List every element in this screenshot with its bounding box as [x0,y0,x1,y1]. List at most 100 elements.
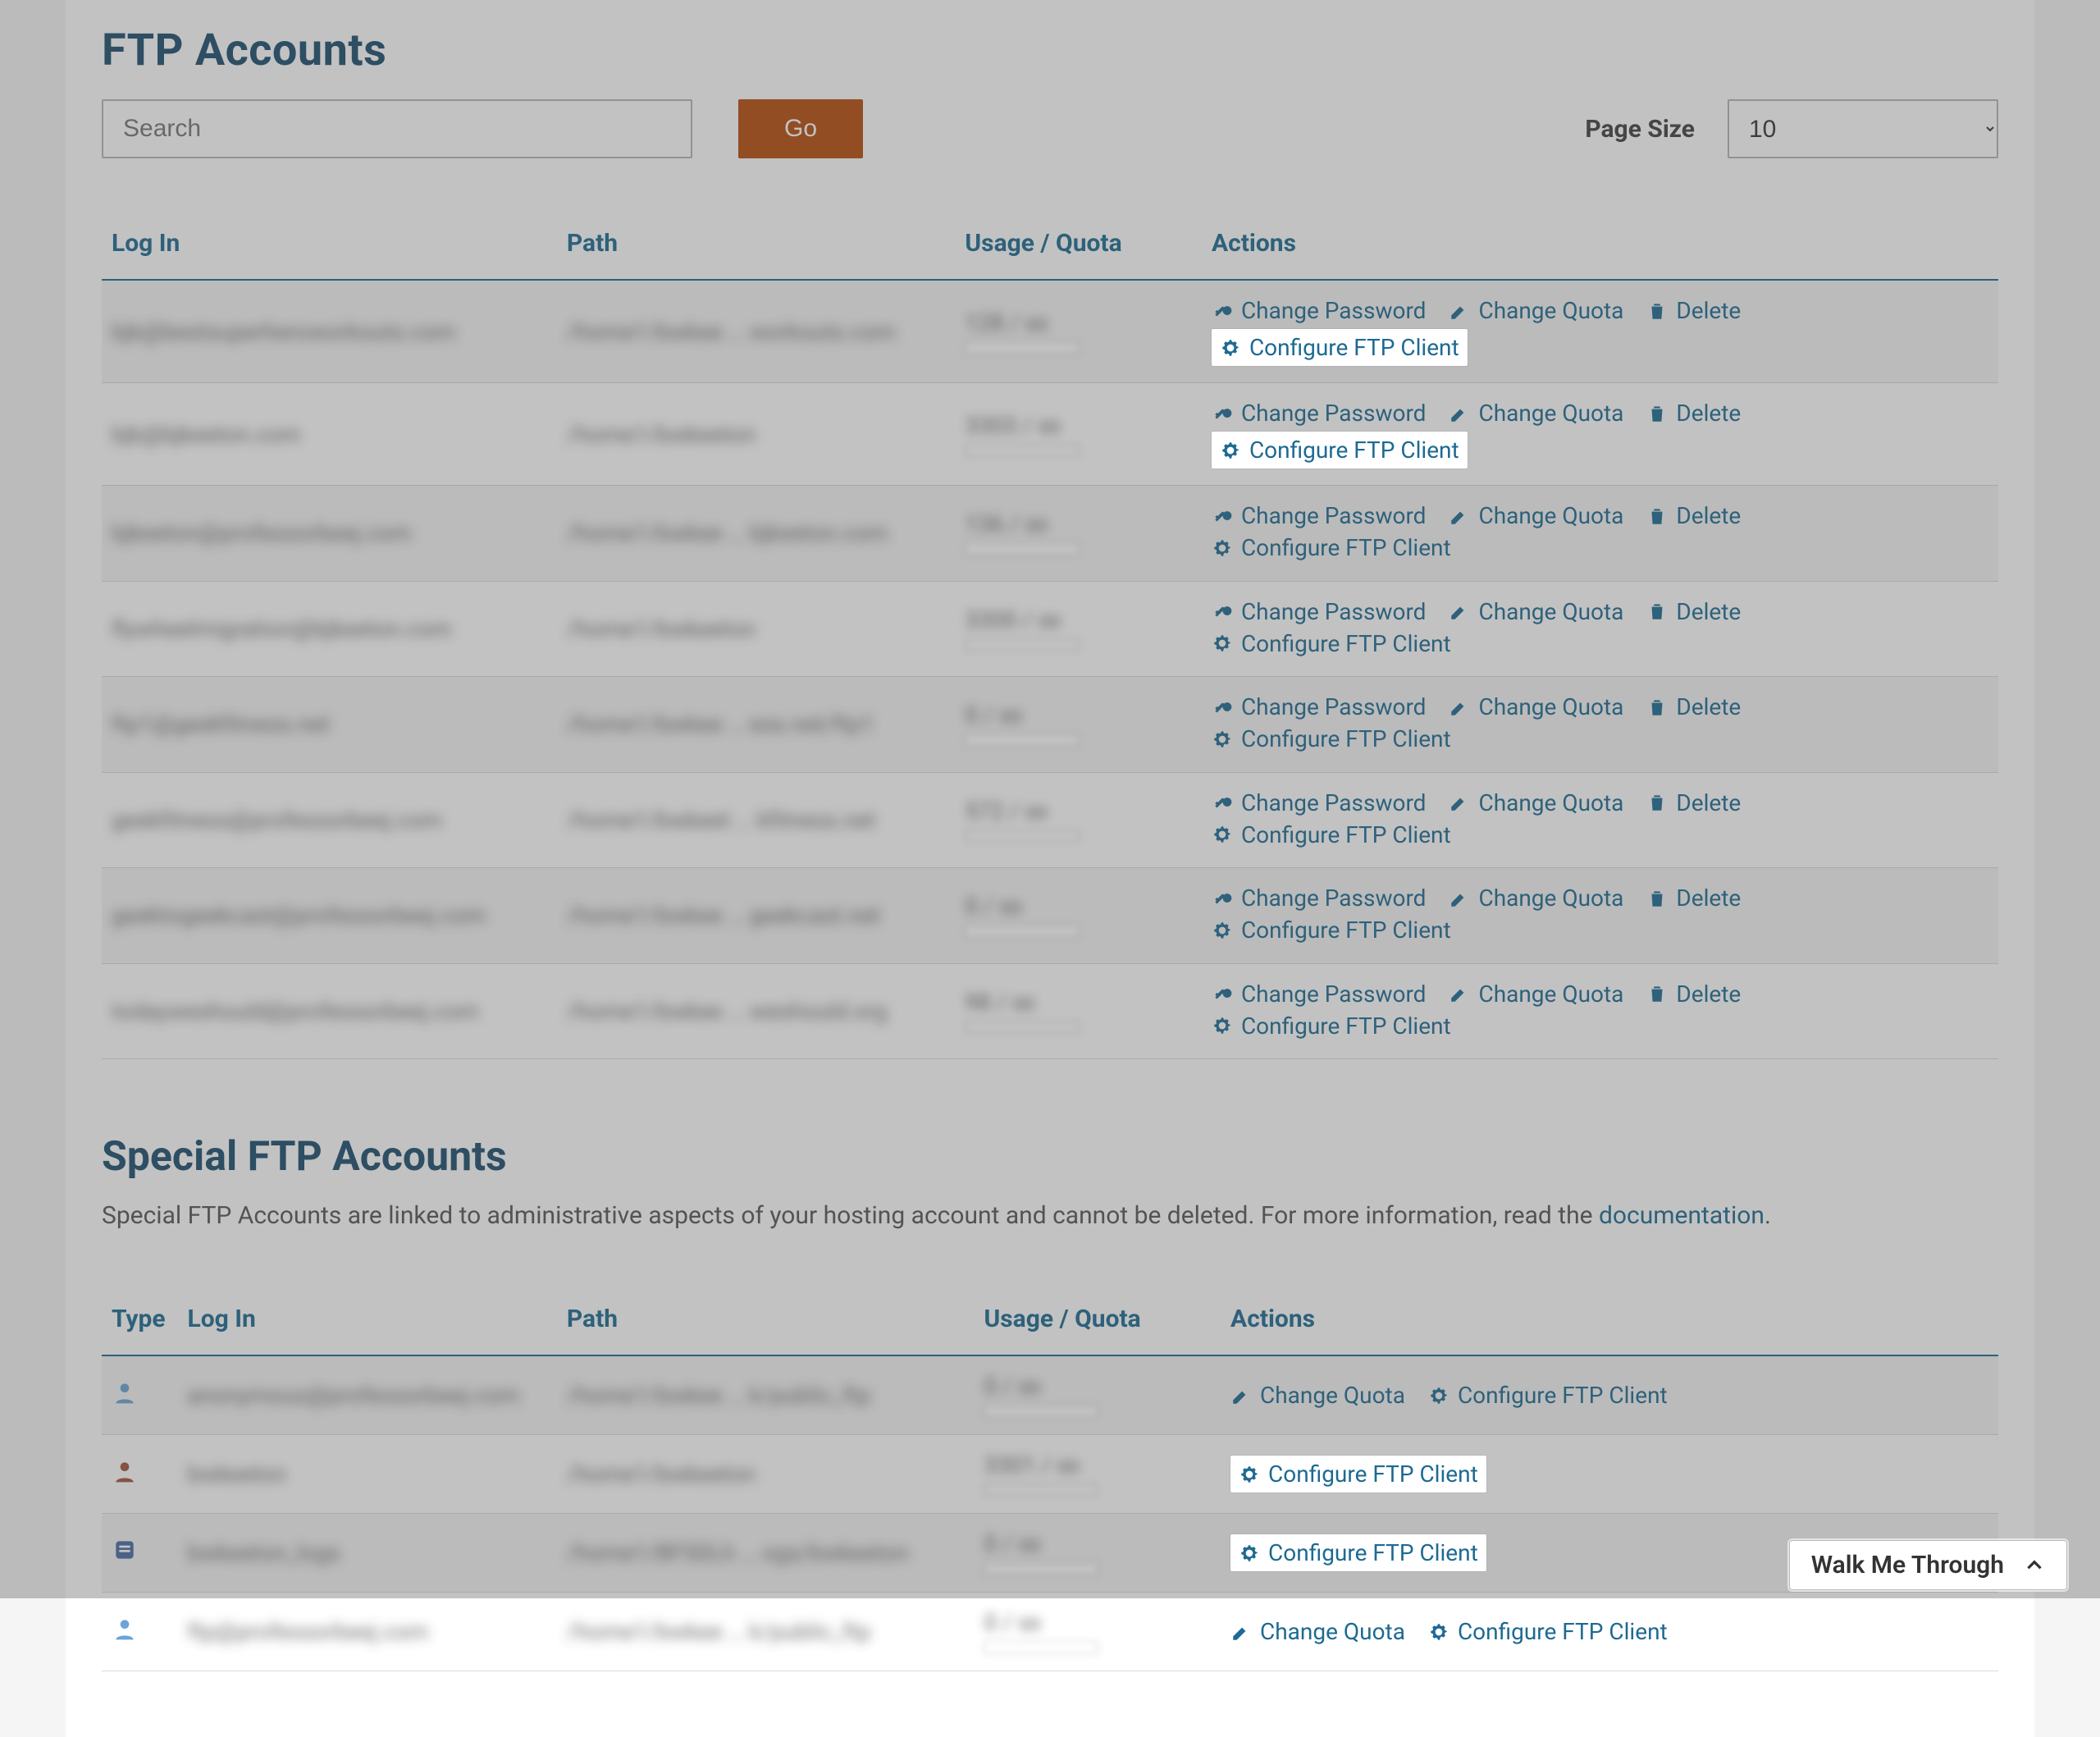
key-icon [1212,505,1233,527]
key-icon [1212,403,1233,424]
usage-cell: 136 / ∞ [965,510,1048,537]
user-anon-icon [112,1379,138,1406]
delete-link[interactable]: Delete [1646,789,1741,816]
walk-me-through-label: Walk Me Through [1811,1551,2004,1579]
table-row: bjk@bjkeeton.com/home1/bwkeeton3303 / ∞C… [102,383,1998,486]
usage-bar [965,734,1080,747]
pencil-icon [1449,888,1470,909]
usage-bar [965,830,1080,843]
usage-bar [984,1405,1098,1418]
delete-link[interactable]: Delete [1646,400,1741,427]
change-quota-link[interactable]: Change Quota [1449,789,1623,816]
configure-ftp-client-link[interactable]: Configure FTP Client [1212,534,1451,561]
usage-cell: 0 / ∞ [984,1609,1041,1636]
configure-ftp-client-link[interactable]: Configure FTP Client [1212,329,1468,366]
pencil-icon [1230,1385,1252,1406]
gear-icon [1428,1385,1449,1406]
configure-ftp-client-link[interactable]: Configure FTP Client [1428,1382,1668,1409]
search-input[interactable] [102,99,692,158]
change-quota-link[interactable]: Change Quota [1449,502,1623,529]
configure-ftp-client-link[interactable]: Configure FTP Client [1428,1618,1668,1645]
walk-me-through-button[interactable]: Walk Me Through [1789,1540,2067,1590]
col-usage-special[interactable]: Usage / Quota [974,1283,1221,1355]
change-password-link[interactable]: Change Password [1212,400,1427,427]
chevron-up-icon [2024,1555,2045,1576]
delete-link[interactable]: Delete [1646,502,1741,529]
path-cell: /home1/bwkeet … kfitness.net [567,807,876,834]
trash-icon [1646,403,1668,424]
key-icon [1212,601,1233,622]
configure-ftp-client-link[interactable]: Configure FTP Client [1230,1456,1486,1492]
col-login-special[interactable]: Log In [177,1283,556,1355]
change-quota-link[interactable]: Change Quota [1449,297,1623,324]
usage-bar [984,1483,1098,1497]
gear-icon [1220,440,1241,461]
change-password-link[interactable]: Change Password [1212,884,1427,912]
trash-icon [1646,697,1668,718]
gear-icon [1212,824,1233,845]
col-path-special[interactable]: Path [557,1283,975,1355]
change-quota-link[interactable]: Change Quota [1449,400,1623,427]
configure-ftp-client-link[interactable]: Configure FTP Client [1230,1534,1486,1571]
login-cell: bjk@bjkeeton.com [112,421,301,448]
col-usage[interactable]: Usage / Quota [955,208,1202,280]
change-quota-link[interactable]: Change Quota [1230,1618,1405,1645]
configure-ftp-client-link[interactable]: Configure FTP Client [1212,1012,1451,1040]
change-quota-link[interactable]: Change Quota [1449,980,1623,1008]
col-actions: Actions [1202,208,1998,280]
key-icon [1212,888,1233,909]
path-cell: /home1/bwkee … ess.net/ftp1 [567,711,874,738]
change-password-link[interactable]: Change Password [1212,693,1427,720]
delete-link[interactable]: Delete [1646,884,1741,912]
delete-link[interactable]: Delete [1646,693,1741,720]
change-password-link[interactable]: Change Password [1212,598,1427,625]
table-row: todayweshould@professorbeej.com/home1/bw… [102,963,1998,1059]
user-main-icon [112,1458,138,1484]
usage-cell: 0 / ∞ [965,893,1022,920]
change-quota-link[interactable]: Change Quota [1230,1382,1405,1409]
table-row: anonymous@professorbeej.com/home1/bwkee … [102,1355,1998,1435]
usage-cell: 3303 / ∞ [965,412,1061,439]
login-cell: flywheelmigration@bjkeeton.com [112,615,452,642]
special-ftp-table: Type Log In Path Usage / Quota Actions a… [102,1283,1998,1671]
pencil-icon [1449,792,1470,813]
gear-icon [1220,337,1241,359]
change-password-link[interactable]: Change Password [1212,297,1427,324]
change-quota-link[interactable]: Change Quota [1449,693,1623,720]
configure-ftp-client-link[interactable]: Configure FTP Client [1212,432,1468,469]
change-password-link[interactable]: Change Password [1212,789,1427,816]
table-row: flywheelmigration@bjkeeton.com/home1/bwk… [102,581,1998,677]
table-row: ftp@professorbeej.com/home1/bwkee … k/pu… [102,1593,1998,1671]
path-cell: /home1/bwkeeton [567,1460,756,1488]
gear-icon [1239,1543,1260,1564]
change-quota-link[interactable]: Change Quota [1449,884,1623,912]
col-path[interactable]: Path [557,208,956,280]
pencil-icon [1449,601,1470,622]
change-password-link[interactable]: Change Password [1212,502,1427,529]
delete-link[interactable]: Delete [1646,980,1741,1008]
path-cell: /home1/bwkee … workouts.com [567,318,896,345]
table-row: bwkeeton/home1/bwkeeton3301 / ∞Configure… [102,1435,1998,1514]
pagesize-select[interactable]: 10 [1728,99,1998,158]
usage-bar [984,1562,1098,1575]
table-row: bjk@bestsuperheroworkouts.com/home1/bwke… [102,280,1998,383]
configure-ftp-client-link[interactable]: Configure FTP Client [1212,630,1451,657]
table-row: geektogeekcast@professorbeej.com/home1/b… [102,868,1998,964]
go-button[interactable]: Go [738,99,863,158]
delete-link[interactable]: Delete [1646,598,1741,625]
usage-cell: 0 / ∞ [984,1373,1041,1400]
table-row: bjkeeton@professorbeej.com/home1/bwkee …… [102,486,1998,582]
trash-icon [1646,505,1668,527]
change-quota-link[interactable]: Change Quota [1449,598,1623,625]
change-password-link[interactable]: Change Password [1212,980,1427,1008]
path-cell: /home1/bwkee … weshould.org [567,998,888,1025]
col-login[interactable]: Log In [102,208,557,280]
configure-ftp-client-link[interactable]: Configure FTP Client [1212,725,1451,752]
delete-link[interactable]: Delete [1646,297,1741,324]
key-icon [1212,792,1233,813]
configure-ftp-client-link[interactable]: Configure FTP Client [1212,821,1451,848]
login-cell: ftp1@geekfitness.net [112,711,330,738]
documentation-link[interactable]: documentation [1599,1201,1764,1230]
trash-icon [1646,300,1668,322]
configure-ftp-client-link[interactable]: Configure FTP Client [1212,916,1451,944]
